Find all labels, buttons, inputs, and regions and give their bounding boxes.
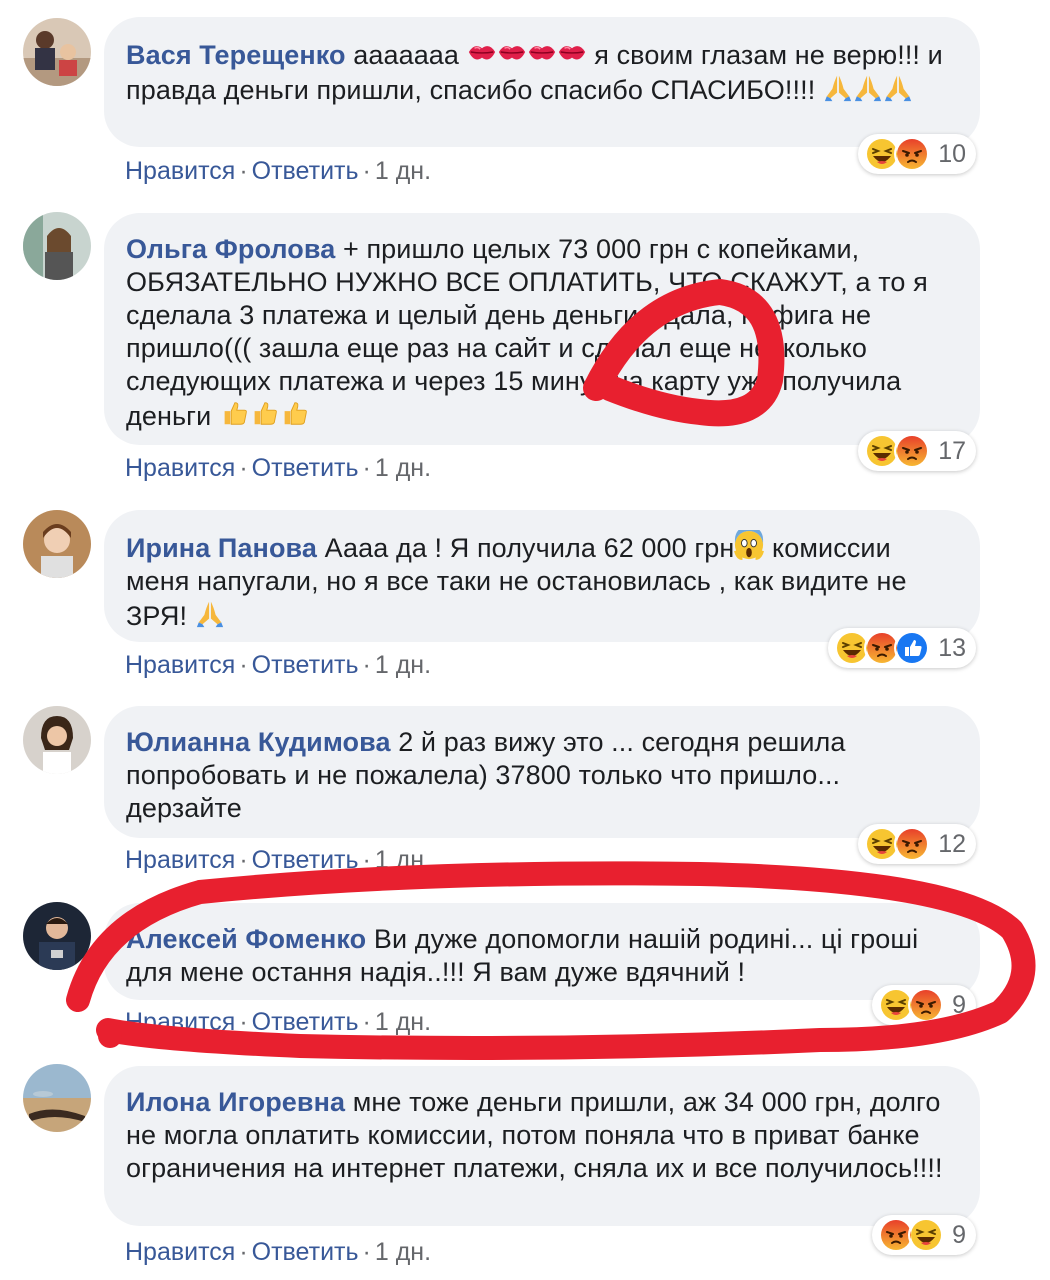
comment-author[interactable]: Алексей Фоменко [126, 924, 366, 954]
angry-icon [894, 433, 931, 469]
pray-icon [853, 72, 883, 102]
comment-author[interactable]: Ольга Фролова [126, 234, 335, 264]
avatar[interactable] [23, 1064, 91, 1132]
reaction-summary[interactable]: 12 [858, 824, 976, 864]
angry-icon [894, 136, 931, 172]
avatar[interactable] [23, 212, 91, 280]
comment-bubble: Ирина Панова Аааа да ! Я получила 62 000… [104, 510, 980, 642]
comment-bubble: Юлианна Кудимова 2 й раз вижу это ... се… [104, 706, 980, 838]
pray-icon [883, 72, 913, 102]
reply-link[interactable]: Ответить [252, 157, 359, 185]
comment-actions: Нравится · Ответить · 1 дн. [125, 157, 432, 185]
avatar[interactable] [23, 902, 91, 970]
comment-bubble: Ольга Фролова + пришло целых 73 000 грн … [104, 213, 980, 445]
reaction-summary[interactable]: 17 [858, 431, 976, 471]
reaction-count: 9 [952, 990, 966, 1019]
comment-actions: Нравится · Ответить · 1 дн. [125, 1008, 432, 1036]
scream-icon [734, 530, 764, 560]
comment-actions: Нравится · Ответить · 1 дн. [125, 651, 432, 679]
thumbs-up-icon [279, 398, 309, 428]
reply-link[interactable]: Ответить [252, 846, 359, 874]
reaction-count: 9 [952, 1220, 966, 1249]
reaction-summary[interactable]: 13 [828, 628, 976, 668]
reaction-count: 17 [938, 436, 966, 465]
reply-link[interactable]: Ответить [252, 454, 359, 482]
reply-link[interactable]: Ответить [252, 651, 359, 679]
pray-icon [195, 598, 225, 628]
comment-bubble: Илона Игоревна мне тоже деньги пришли, а… [104, 1066, 980, 1226]
kiss-icon [527, 37, 557, 67]
thumbs-up-icon [249, 398, 279, 428]
comment-bubble: Вася Терещенко аааааaa я своим глазам не… [104, 17, 980, 147]
comment-text: аааааaa [345, 40, 467, 70]
like-link[interactable]: Нравится [125, 1008, 235, 1036]
comment-actions: Нравится · Ответить · 1 дн. [125, 454, 432, 482]
reaction-count: 13 [938, 633, 966, 662]
like-link[interactable]: Нравится [125, 846, 235, 874]
reaction-summary[interactable]: 9 [872, 985, 976, 1025]
like-link[interactable]: Нравится [125, 157, 235, 185]
avatar[interactable] [23, 18, 91, 86]
comment-author[interactable]: Ирина Панова [126, 533, 317, 563]
reaction-summary[interactable]: 9 [872, 1215, 976, 1255]
reaction-count: 12 [938, 829, 966, 858]
like-reaction-icon [894, 630, 931, 666]
reply-link[interactable]: Ответить [252, 1008, 359, 1036]
kiss-icon [557, 37, 587, 67]
timestamp[interactable]: 1 дн. [375, 1008, 431, 1036]
haha-icon [908, 1217, 945, 1253]
reply-link[interactable]: Ответить [252, 1238, 359, 1266]
comment-author[interactable]: Вася Терещенко [126, 40, 346, 70]
comment-bubble: Алексей Фоменко Ви дуже допомогли нашій … [104, 903, 980, 1000]
timestamp[interactable]: 1 дн. [375, 454, 431, 482]
comment-author[interactable]: Юлианна Кудимова [126, 727, 391, 757]
timestamp[interactable]: 1 дн. [375, 846, 431, 874]
like-link[interactable]: Нравится [125, 454, 235, 482]
avatar[interactable] [23, 510, 91, 578]
kiss-icon [497, 37, 527, 67]
thumbs-up-icon [219, 398, 249, 428]
like-link[interactable]: Нравится [125, 1238, 235, 1266]
comment-actions: Нравится · Ответить · 1 дн. [125, 1238, 432, 1266]
reaction-summary[interactable]: 10 [858, 134, 976, 174]
comment-text: Аааа да ! Я получила 62 000 грн [317, 533, 735, 563]
timestamp[interactable]: 1 дн. [375, 1238, 431, 1266]
angry-icon [894, 826, 931, 862]
timestamp[interactable]: 1 дн. [375, 651, 431, 679]
angry-icon [908, 987, 945, 1023]
kiss-icon [467, 37, 497, 67]
avatar[interactable] [23, 706, 91, 774]
comment-actions: Нравится · Ответить · 1 дн. [125, 846, 432, 874]
annotation-dot [98, 1024, 122, 1048]
like-link[interactable]: Нравится [125, 651, 235, 679]
timestamp[interactable]: 1 дн. [375, 157, 431, 185]
pray-icon [823, 72, 853, 102]
reaction-count: 10 [938, 139, 966, 168]
comment-author[interactable]: Илона Игоревна [126, 1087, 345, 1117]
